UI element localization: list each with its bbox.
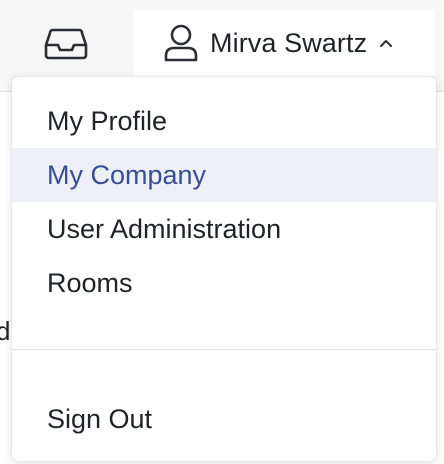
inbox-button[interactable]: [34, 20, 98, 68]
background-partial-text: d: [0, 316, 11, 346]
user-icon: [164, 24, 198, 62]
menu-item-sign-out[interactable]: Sign Out: [12, 392, 436, 446]
user-dropdown-menu: My Profile My Company User Administratio…: [12, 77, 436, 461]
menu-item-rooms[interactable]: Rooms: [12, 256, 436, 310]
user-menu-button[interactable]: Mirva Swartz: [134, 10, 434, 76]
menu-item-my-profile[interactable]: My Profile: [12, 94, 436, 148]
menu-item-user-administration[interactable]: User Administration: [12, 202, 436, 256]
chevron-up-icon: [379, 38, 393, 48]
inbox-tray-icon: [44, 28, 88, 60]
menu-item-my-company[interactable]: My Company: [12, 148, 436, 202]
menu-divider: [12, 349, 436, 350]
app-page: Mirva Swartz d My Profile My Company Use…: [0, 0, 444, 464]
user-name: Mirva Swartz: [210, 27, 368, 58]
